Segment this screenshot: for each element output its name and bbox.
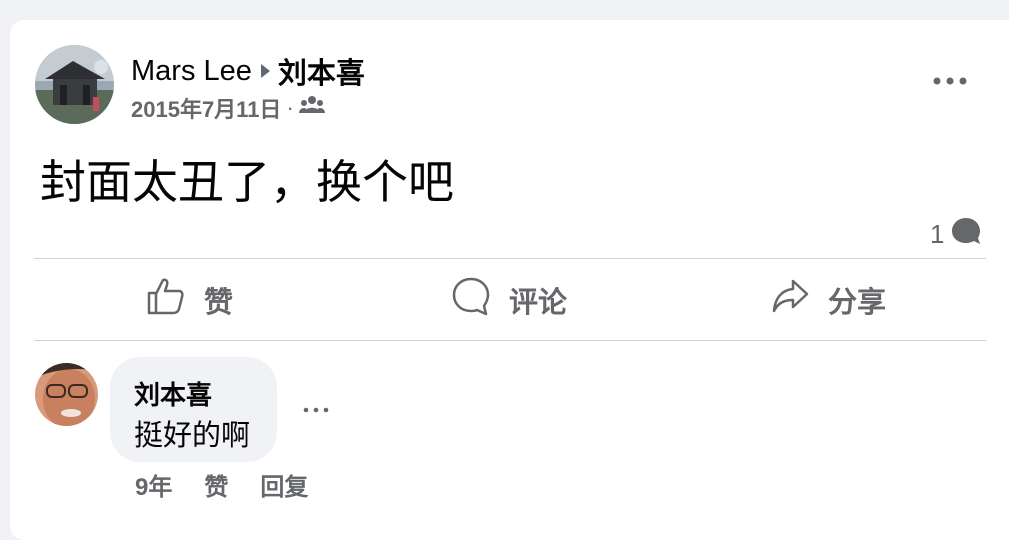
like-button[interactable]: 赞 xyxy=(146,274,233,326)
comment-author[interactable]: 刘本喜 xyxy=(134,375,212,412)
comment-icon xyxy=(451,276,509,324)
post-meta: 2015年7月11日 · xyxy=(131,92,325,124)
comment-label: 评论 xyxy=(509,287,568,319)
share-icon xyxy=(770,276,828,324)
top-divider xyxy=(34,258,986,259)
author-avatar[interactable] xyxy=(35,45,114,124)
comment-like-button[interactable]: 赞 xyxy=(204,467,228,502)
comment-button[interactable]: 评论 xyxy=(451,274,567,326)
comment-time[interactable]: 9年 xyxy=(135,467,172,502)
post-card: Mars Lee 刘本喜 2015年7月11日 · 封面太丑了，换个吧 1 赞 … xyxy=(10,20,1009,540)
comment-reply-button[interactable]: 回复 xyxy=(260,467,308,502)
post-header-title: Mars Lee 刘本喜 xyxy=(131,50,365,92)
post-text: 封面太丑了，换个吧 xyxy=(40,156,454,208)
comment-count-value: 1 xyxy=(930,219,945,249)
thumbs-up-icon xyxy=(146,276,204,324)
comment-bubble-icon xyxy=(944,216,982,253)
share-label: 分享 xyxy=(828,287,887,319)
share-button[interactable]: 分享 xyxy=(770,274,886,326)
bottom-divider xyxy=(34,340,986,341)
meta-separator: · xyxy=(286,95,294,120)
target-name[interactable]: 刘本喜 xyxy=(278,50,365,92)
comment-more-icon[interactable] xyxy=(300,400,332,420)
commenter-avatar[interactable] xyxy=(35,363,98,426)
post-date[interactable]: 2015年7月11日 xyxy=(131,92,281,124)
comment-actions: 9年 赞 回复 xyxy=(135,467,340,502)
comment-text: 挺好的啊 xyxy=(134,420,251,452)
author-name[interactable]: Mars Lee xyxy=(131,55,252,88)
like-label: 赞 xyxy=(204,287,234,319)
caret-right-icon xyxy=(259,55,271,88)
comment-count[interactable]: 1 xyxy=(930,216,982,253)
comment-bubble: 刘本喜 挺好的啊 xyxy=(110,357,277,462)
friends-icon[interactable] xyxy=(298,95,325,121)
more-horizontal-icon[interactable] xyxy=(930,66,970,96)
